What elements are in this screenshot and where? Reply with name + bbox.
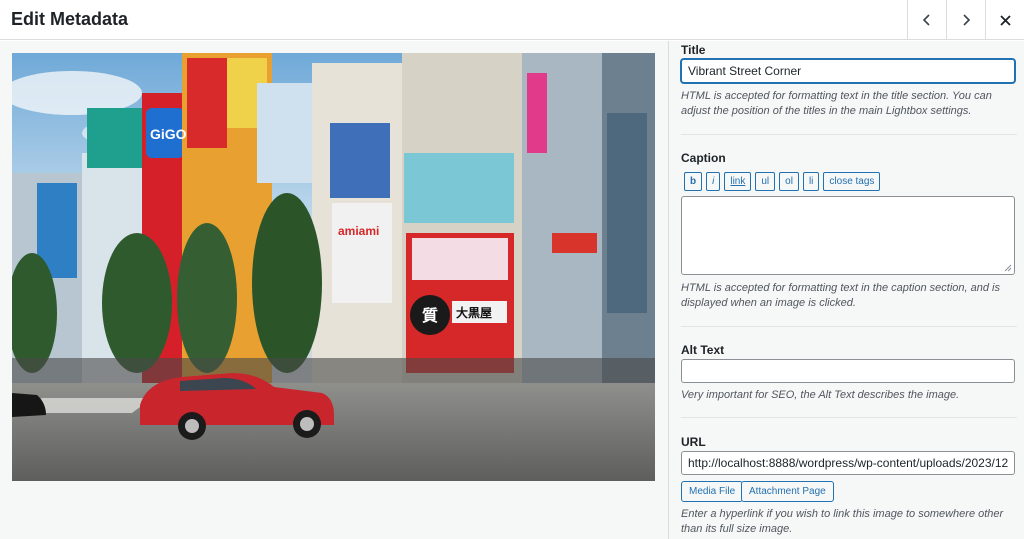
tag-button-italic[interactable]: i [706, 172, 721, 191]
chevron-left-icon [922, 14, 930, 26]
tag-button-bold[interactable]: b [684, 172, 703, 191]
close-modal-button[interactable] [985, 0, 1024, 40]
divider [681, 134, 1017, 135]
sign-daikokuya: 大黒屋 [456, 305, 492, 320]
title-label: Title [681, 43, 706, 57]
previous-image-button[interactable] [907, 0, 946, 40]
sign-gigo: GiGO [150, 126, 187, 142]
alt-text-input[interactable] [681, 359, 1015, 383]
url-input[interactable] [681, 451, 1015, 475]
caption-textarea[interactable] [681, 196, 1015, 275]
url-label: URL [681, 435, 706, 449]
sign-amiami: amiami [338, 224, 379, 238]
metadata-form: Title HTML is accepted for formatting te… [668, 41, 1024, 539]
modal-header: Edit Metadata [0, 0, 1024, 40]
attachment-page-button[interactable]: Attachment Page [741, 481, 834, 502]
media-file-button[interactable]: Media File [681, 481, 744, 502]
url-help: Enter a hyperlink if you wish to link th… [681, 508, 1004, 535]
tag-button-link[interactable]: link [724, 172, 752, 191]
alt-text-help: Very important for SEO, the Alt Text des… [681, 389, 960, 401]
caption-tag-toolbar: b i link ul ol li close tags [684, 172, 881, 191]
close-icon [999, 14, 1011, 26]
resize-grip-icon[interactable] [1004, 264, 1012, 272]
next-image-button[interactable] [946, 0, 985, 40]
image-preview: GiGO amiami 大黒屋 質 [12, 53, 655, 481]
title-help: HTML is accepted for formatting text in … [681, 90, 992, 117]
sign-shichi: 質 [422, 306, 438, 325]
title-input[interactable] [681, 59, 1015, 83]
chevron-right-icon [963, 14, 971, 26]
divider [681, 417, 1017, 418]
tag-button-ul[interactable]: ul [755, 172, 776, 191]
tag-button-ol[interactable]: ol [779, 172, 799, 191]
street-photo: GiGO amiami 大黒屋 質 [12, 53, 655, 481]
tag-button-li[interactable]: li [802, 172, 820, 191]
divider [681, 326, 1017, 327]
alt-text-label: Alt Text [681, 343, 725, 357]
image-preview-pane: GiGO amiami 大黒屋 質 [0, 41, 668, 539]
modal-title: Edit Metadata [11, 9, 129, 29]
caption-help: HTML is accepted for formatting text in … [681, 282, 1000, 309]
caption-label: Caption [681, 151, 726, 165]
tag-button-close-tags[interactable]: close tags [823, 172, 881, 191]
